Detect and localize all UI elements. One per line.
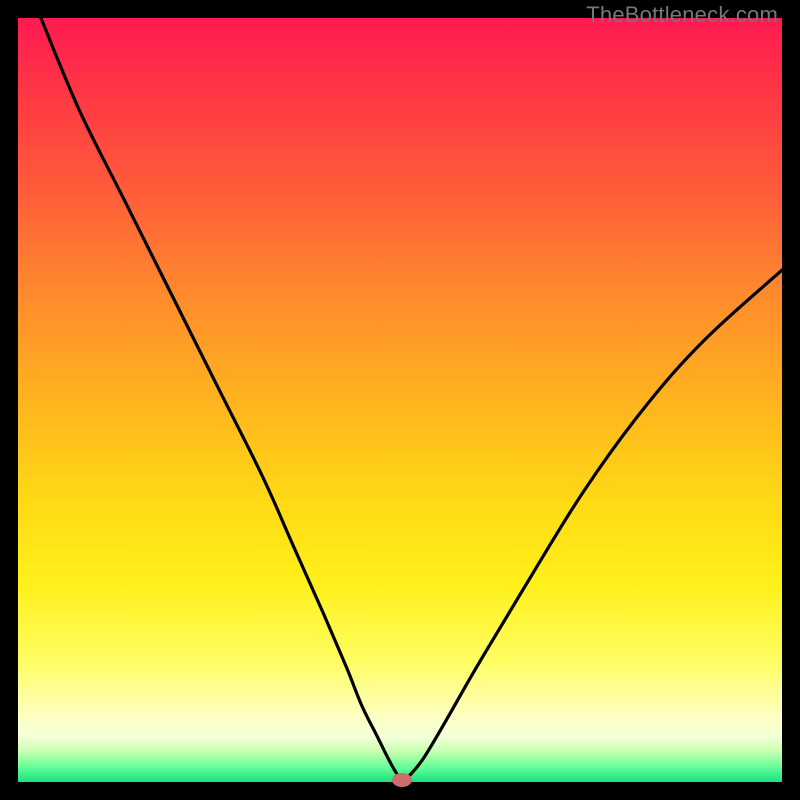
bottleneck-curve <box>18 18 782 782</box>
chart-frame: TheBottleneck.com <box>0 0 800 800</box>
min-marker <box>392 773 412 787</box>
watermark-text: TheBottleneck.com <box>586 2 778 28</box>
